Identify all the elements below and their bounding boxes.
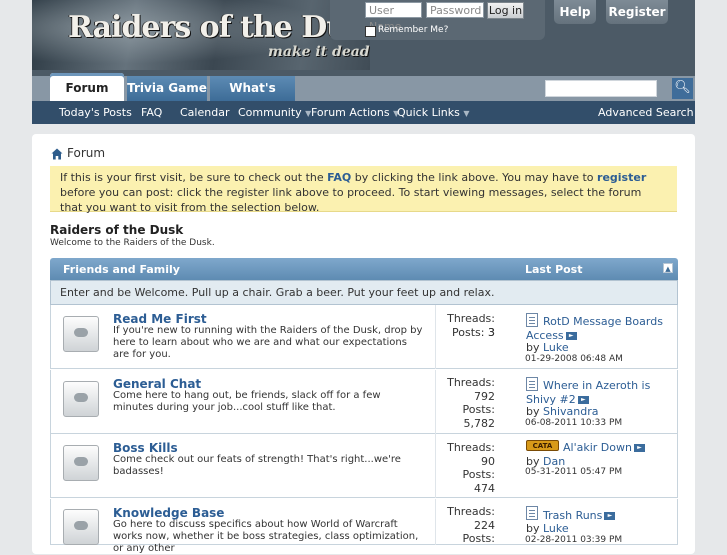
last-post-date: 02-28-2011 <box>525 535 578 545</box>
banner-image[interactable]: Raiders of the Dusk make it dead <box>32 0 370 70</box>
last-post-title[interactable]: RotD Message Boards Access ► <box>526 315 666 343</box>
go-to-post-icon[interactable]: ► <box>633 444 645 452</box>
go-to-post-icon[interactable]: ► <box>604 512 616 520</box>
forum-status-icon <box>63 316 99 352</box>
site-logo-title: Raiders of the Dusk <box>68 10 370 45</box>
posts-label: Posts: <box>462 468 495 481</box>
password-field[interactable]: Password <box>426 2 484 18</box>
posts-label: Posts: <box>462 532 495 545</box>
posts-count: 474 <box>474 482 495 495</box>
last-post-title[interactable]: Al'akir Down ► <box>526 441 666 455</box>
posts-label: Posts: <box>462 403 495 416</box>
forum-description: If you're new to running with the Raider… <box>113 325 423 360</box>
category-description: Enter and be Welcome. Pull up a chair. G… <box>50 280 678 305</box>
last-post-title-text: Trash Runs <box>543 509 603 522</box>
subnav-community-label: Community <box>238 106 302 119</box>
forum-title: Raiders of the Dusk <box>50 223 184 237</box>
last-post-time: 05:47 PM <box>580 467 623 477</box>
forum-description: Come check out our feats of strength! Th… <box>113 454 401 477</box>
forum-name-link[interactable]: General Chat <box>113 377 201 391</box>
notice-text: before you can post: click the register … <box>60 186 642 214</box>
remember-me-checkbox[interactable] <box>365 26 376 37</box>
last-post-date: 01-29-2008 <box>525 354 578 364</box>
speech-bubble-icon <box>74 521 88 530</box>
forum-description: Go here to discuss specifics about how W… <box>113 519 419 554</box>
subnav-quick-links-label: Quick Links <box>397 106 460 119</box>
last-post-user[interactable]: Luke <box>543 522 569 535</box>
go-to-post-icon[interactable]: ► <box>577 396 589 404</box>
notice-text: If this is your first visit, be sure to … <box>60 171 328 184</box>
tab-whats-new[interactable]: What's New? <box>210 76 295 120</box>
by-label: by <box>526 522 540 535</box>
notice-register-link[interactable]: register <box>597 171 646 184</box>
last-post-user[interactable]: Shivandra <box>543 405 598 418</box>
last-post-title[interactable]: Trash Runs ► <box>526 509 666 523</box>
last-post-date: 05-31-2011 <box>525 467 578 477</box>
tab-trivia-game[interactable]: Trivia Game <box>127 76 207 101</box>
threads-count: 90 <box>481 455 495 468</box>
last-post-title-text: RotD Message Boards Access <box>526 315 663 342</box>
last-post-user[interactable]: Luke <box>543 341 569 354</box>
forum-status-icon <box>63 381 99 417</box>
username-field[interactable]: User Name <box>365 2 422 33</box>
by-label: by <box>526 341 540 354</box>
remember-me-label: Remember Me? <box>378 25 449 35</box>
help-button[interactable]: Help <box>554 0 596 24</box>
search-input[interactable] <box>545 80 657 97</box>
tab-forum[interactable]: Forum <box>50 73 124 101</box>
welcome-notice: If this is your first visit, be sure to … <box>50 166 677 214</box>
category-title[interactable]: Friends and Family <box>63 263 180 276</box>
posts-count: 5,782 <box>463 417 496 430</box>
last-post-date: 06-08-2011 <box>525 418 578 428</box>
subnav-forum-actions[interactable]: Forum Actions ▼ <box>311 106 399 119</box>
login-button[interactable]: Log in <box>487 2 524 19</box>
threads-count: 792 <box>474 390 495 403</box>
search-icon[interactable]: 🔍︎ <box>672 78 693 99</box>
notice-text: by clicking the link above. You may have… <box>351 171 598 184</box>
last-post-title-text: Al'akir Down <box>563 441 632 454</box>
forum-status-icon <box>63 509 99 545</box>
advanced-search-link[interactable]: Advanced Search <box>598 106 694 119</box>
column-divider <box>435 499 436 545</box>
go-to-post-icon[interactable]: ► <box>565 332 577 340</box>
subnav-community[interactable]: Community ▼ <box>238 106 311 119</box>
register-button[interactable]: Register <box>606 0 668 24</box>
speech-bubble-icon <box>74 457 88 466</box>
last-post-title[interactable]: Where in Azeroth is Shivy #2 ► <box>526 379 666 407</box>
speech-bubble-icon <box>74 328 88 337</box>
subnav-forum-actions-label: Forum Actions <box>311 106 390 119</box>
site-logo-subtitle: make it dead <box>268 44 370 60</box>
last-post-time: 06:48 AM <box>580 354 623 364</box>
posts-label: Posts: <box>452 326 485 339</box>
column-divider <box>435 434 436 498</box>
threads-label: Threads: <box>447 505 495 518</box>
breadcrumb[interactable]: Forum <box>67 146 105 160</box>
collapse-icon[interactable]: ▲ <box>663 263 673 273</box>
by-label: by <box>526 405 540 418</box>
forum-name-link[interactable]: Knowledge Base <box>113 506 224 520</box>
notice-faq-link[interactable]: FAQ <box>327 171 351 184</box>
subnav-todays-posts[interactable]: Today's Posts <box>59 106 132 119</box>
subnav-calendar[interactable]: Calendar <box>180 106 229 119</box>
forum-welcome: Welcome to the Raiders of the Dusk. <box>50 238 215 248</box>
last-post-time: 10:33 PM <box>580 418 623 428</box>
subnav-quick-links[interactable]: Quick Links ▼ <box>397 106 470 119</box>
last-post-header: Last Post <box>525 263 583 276</box>
speech-bubble-icon <box>74 393 88 402</box>
threads-count: 224 <box>474 519 495 532</box>
forum-name-link[interactable]: Boss Kills <box>113 441 178 455</box>
posts-count: 3 <box>488 326 495 339</box>
forum-status-icon <box>63 445 99 481</box>
forum-name-link[interactable]: Read Me First <box>113 312 207 326</box>
column-divider <box>435 305 436 369</box>
chevron-down-icon: ▼ <box>463 109 470 118</box>
last-post-time: 03:39 PM <box>580 535 623 545</box>
threads-label: Threads: <box>447 441 495 454</box>
threads-label: Threads: <box>447 312 495 325</box>
home-icon[interactable] <box>51 145 63 164</box>
column-divider <box>435 370 436 434</box>
subnav-faq[interactable]: FAQ <box>141 106 162 119</box>
forum-description: Come here to hang out, be friends, slack… <box>113 390 381 413</box>
threads-label: Threads: <box>447 376 495 389</box>
